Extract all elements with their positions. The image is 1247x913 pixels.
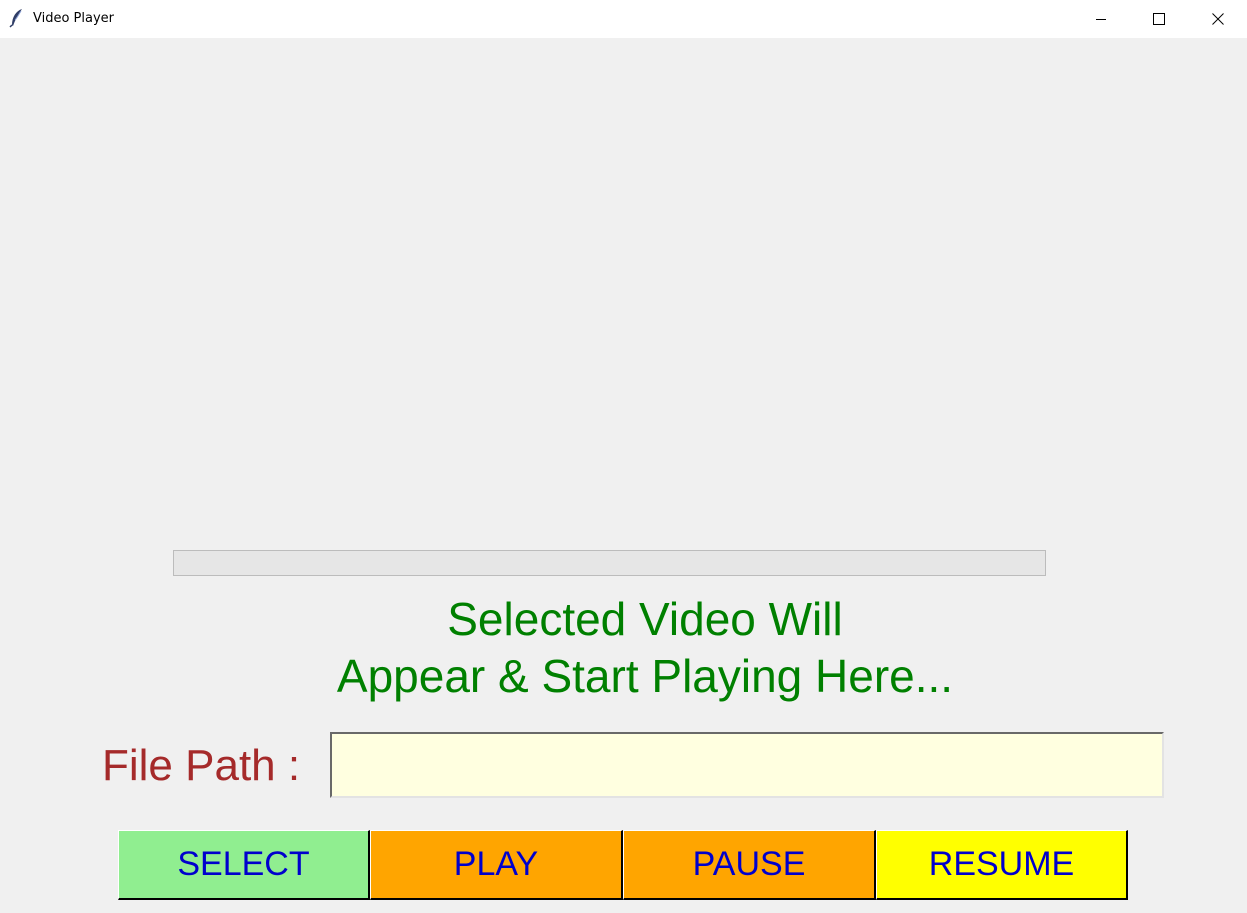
minimize-icon bbox=[1095, 13, 1107, 25]
select-button[interactable]: SELECT bbox=[118, 830, 370, 900]
video-display-area: Selected Video Will Appear & Start Playi… bbox=[0, 591, 1247, 705]
close-icon bbox=[1212, 13, 1224, 25]
video-message-line-1: Selected Video Will bbox=[447, 593, 843, 645]
close-button[interactable] bbox=[1189, 0, 1247, 38]
window-title: Video Player bbox=[33, 11, 115, 26]
maximize-button[interactable] bbox=[1130, 0, 1188, 38]
feather-icon bbox=[9, 8, 25, 28]
main-window: Selected Video Will Appear & Start Playi… bbox=[0, 38, 1247, 913]
pause-button[interactable]: PAUSE bbox=[623, 830, 876, 900]
playback-progress-bar[interactable] bbox=[173, 550, 1046, 576]
file-path-label: File Path : bbox=[102, 741, 301, 790]
resume-button[interactable]: RESUME bbox=[876, 830, 1128, 900]
video-message-line-2: Appear & Start Playing Here... bbox=[336, 650, 954, 702]
maximize-icon bbox=[1153, 13, 1165, 25]
file-path-input[interactable] bbox=[330, 732, 1164, 798]
minimize-button[interactable] bbox=[1072, 0, 1130, 38]
title-bar: Video Player bbox=[0, 0, 1247, 38]
play-button[interactable]: PLAY bbox=[370, 830, 623, 900]
